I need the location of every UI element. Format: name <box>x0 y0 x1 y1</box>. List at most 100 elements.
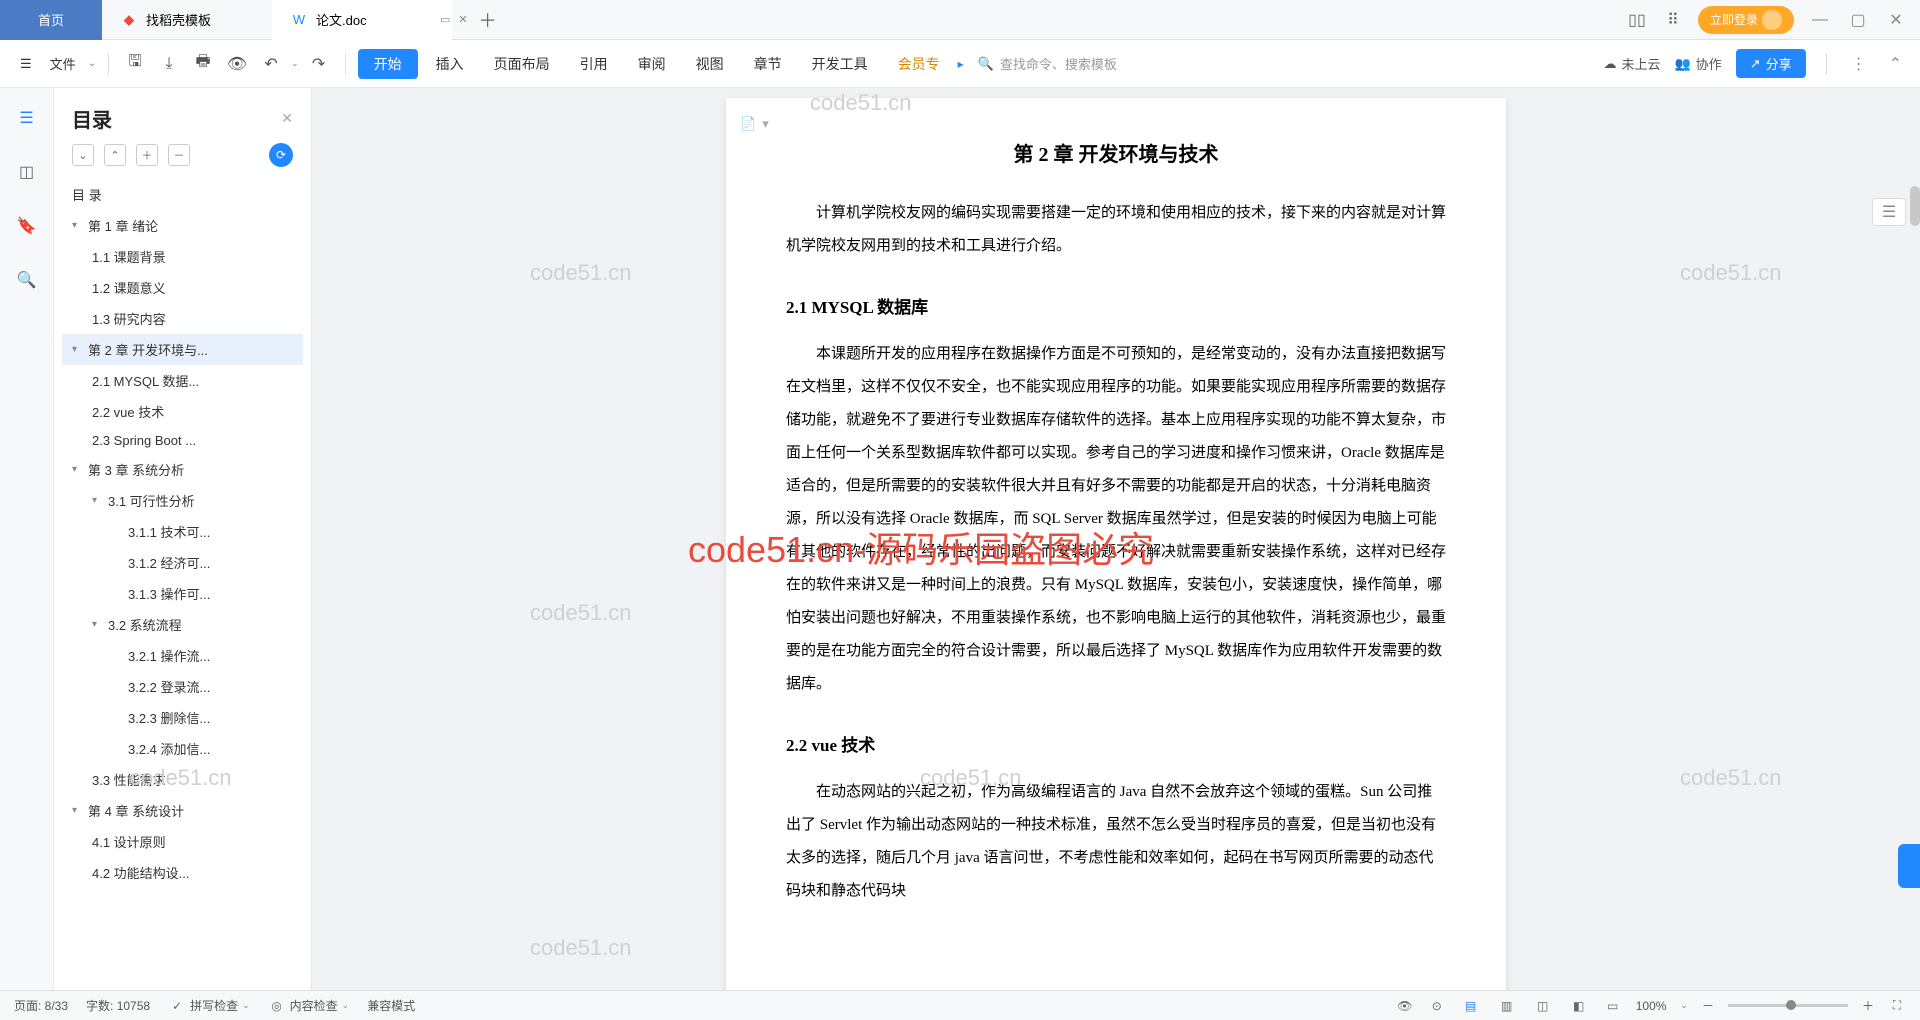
toc-item[interactable]: 3.1.2 经济可... <box>62 547 303 578</box>
apps-icon[interactable]: ⠿ <box>1662 9 1684 31</box>
focus-icon[interactable]: ⊙ <box>1428 997 1446 1015</box>
ruler-icon[interactable]: ▭ <box>1604 997 1622 1015</box>
page-doc-icon[interactable]: 📄 <box>740 116 756 132</box>
scrollbar-thumb[interactable] <box>1910 186 1920 226</box>
toc-item[interactable]: ▾第 4 章 系统设计 <box>62 795 303 826</box>
outline-icon[interactable]: ☰ <box>15 106 39 130</box>
tab-template[interactable]: ◆ 找稻壳模板 <box>102 0 272 40</box>
tab-review[interactable]: 审阅 <box>626 48 678 80</box>
word-count[interactable]: 字数: 10758 <box>86 997 150 1014</box>
toc-item[interactable]: 3.2.4 添加信... <box>62 733 303 764</box>
toc-item[interactable]: 3.1.1 技术可... <box>62 516 303 547</box>
preview-icon[interactable]: 👁 <box>223 50 251 78</box>
collab-button[interactable]: 👥 协作 <box>1674 54 1721 73</box>
spellcheck-toggle[interactable]: ✓ 拼写检查 ⌄ <box>168 997 250 1015</box>
tab-window-icon[interactable]: ▭ <box>440 13 450 26</box>
toc-item[interactable]: 4.1 设计原则 <box>62 826 303 857</box>
tab-layout[interactable]: 页面布局 <box>482 48 562 80</box>
zoom-out-icon[interactable]: － <box>1702 997 1714 1014</box>
toc-item[interactable]: 3.1.3 操作可... <box>62 578 303 609</box>
tab-insert[interactable]: 插入 <box>424 48 476 80</box>
tab-chapter[interactable]: 章节 <box>742 48 794 80</box>
share-button[interactable]: ↗ 分享 <box>1736 49 1806 78</box>
chevron-down-icon[interactable]: ▾ <box>72 464 86 475</box>
save-icon[interactable]: 🖫 <box>121 50 149 78</box>
view-book-icon[interactable]: ◫ <box>1532 995 1554 1017</box>
toc-item[interactable]: 3.2.2 登录流... <box>62 671 303 702</box>
toc-item[interactable]: 目 录 <box>62 179 303 210</box>
tab-view[interactable]: 视图 <box>684 48 736 80</box>
tab-start[interactable]: 开始 <box>358 49 418 79</box>
toc-item[interactable]: 4.2 功能结构设... <box>62 857 303 888</box>
content-check-toggle[interactable]: ◎ 内容检查 ⌄ <box>268 997 350 1015</box>
toc-add[interactable]: ＋ <box>136 144 158 166</box>
zoom-slider[interactable] <box>1728 1004 1848 1007</box>
tab-member[interactable]: 会员专 <box>886 48 952 80</box>
toc-item[interactable]: 2.3 Spring Boot ... <box>62 427 303 454</box>
print-icon[interactable]: 🖶 <box>189 50 217 78</box>
eye-icon[interactable]: 👁 <box>1396 997 1414 1015</box>
chevron-down-icon[interactable]: ▾ <box>72 805 86 816</box>
cloud-status[interactable]: ☁ 未上云 <box>1603 54 1660 73</box>
toc-item[interactable]: 1.2 课题意义 <box>62 272 303 303</box>
menu-hamburger[interactable]: ☰ <box>14 52 38 76</box>
zoom-in-icon[interactable]: ＋ <box>1862 997 1874 1014</box>
toc-item[interactable]: ▾3.1 可行性分析 <box>62 485 303 516</box>
tab-add[interactable]: ＋ <box>468 7 508 33</box>
structure-icon[interactable]: ◫ <box>15 160 39 184</box>
toc-item[interactable]: ▾第 1 章 绪论 <box>62 210 303 241</box>
titlebar: 首页 ◆ 找稻壳模板 W 论文.doc ▭ ✕ ＋ ▯▯ ⠿ 立即登录 — ▢ … <box>0 0 1920 40</box>
view-page-icon[interactable]: ▤ <box>1460 995 1482 1017</box>
chevron-down-icon[interactable]: ▾ <box>92 495 106 506</box>
bookmark-icon[interactable]: 🔖 <box>15 214 39 238</box>
zoom-value[interactable]: 100% <box>1636 999 1667 1013</box>
template-icon: ◆ <box>120 11 138 29</box>
chevron-down-icon[interactable]: ▾ <box>72 344 86 355</box>
login-button[interactable]: 立即登录 <box>1698 6 1794 34</box>
minimize-icon[interactable]: — <box>1808 8 1832 32</box>
toc-item[interactable]: ▾3.2 系统流程 <box>62 609 303 640</box>
toc-collapse-all[interactable]: ⌄ <box>72 144 94 166</box>
toc-item[interactable]: ▾第 2 章 开发环境与... <box>62 334 303 365</box>
tabs-more-icon[interactable]: ▸ <box>958 57 964 71</box>
toc-item[interactable]: 2.2 vue 技术 <box>62 396 303 427</box>
search-box[interactable]: 🔍 查找命令、搜索模板 <box>970 50 1125 77</box>
toc-update-icon[interactable]: ⟳ <box>269 143 293 167</box>
view-web-icon[interactable]: ◧ <box>1568 995 1590 1017</box>
undo-icon[interactable]: ↶ <box>257 50 285 78</box>
toc-remove[interactable]: － <box>168 144 190 166</box>
reading-mode-icon[interactable]: ▯▯ <box>1626 9 1648 31</box>
doc-area[interactable]: 📄 ▾ 第 2 章 开发环境与技术 计算机学院校友网的编码实现需要搭建一定的环境… <box>312 88 1920 990</box>
find-icon[interactable]: 🔍 <box>15 268 39 292</box>
tab-document-active[interactable]: W 论文.doc <box>272 0 452 40</box>
compat-mode[interactable]: 兼容模式 <box>367 997 415 1014</box>
view-outline-icon[interactable]: ▥ <box>1496 995 1518 1017</box>
toc-close-icon[interactable]: ✕ <box>281 110 293 127</box>
chevron-down-icon[interactable]: ▾ <box>92 619 106 630</box>
toc-item[interactable]: ▾第 3 章 系统分析 <box>62 454 303 485</box>
close-icon[interactable]: ✕ <box>1884 8 1908 32</box>
right-edge-handle[interactable] <box>1898 844 1920 888</box>
more-icon[interactable]: ⋮ <box>1847 50 1871 78</box>
toc-item[interactable]: 3.2.1 操作流... <box>62 640 303 671</box>
page-indicator[interactable]: 页面: 8/33 <box>14 997 68 1014</box>
redo-icon[interactable]: ↷ <box>305 50 333 78</box>
saveas-icon[interactable]: ⤓ <box>155 50 183 78</box>
toc-item[interactable]: 2.1 MYSQL 数据... <box>62 365 303 396</box>
fullscreen-icon[interactable]: ⛶ <box>1888 997 1906 1015</box>
toc-expand-all[interactable]: ⌃ <box>104 144 126 166</box>
toc-item[interactable]: 3.3 性能需求 <box>62 764 303 795</box>
toc-item[interactable]: 1.3 研究内容 <box>62 303 303 334</box>
page-drop-icon[interactable]: ▾ <box>762 116 769 132</box>
tab-ref[interactable]: 引用 <box>568 48 620 80</box>
toc-item[interactable]: 3.2.3 删除信... <box>62 702 303 733</box>
collapse-ribbon-icon[interactable]: ⌃ <box>1885 50 1906 78</box>
tab-close-icon[interactable]: ✕ <box>458 13 467 26</box>
tab-devtools[interactable]: 开发工具 <box>800 48 880 80</box>
chevron-down-icon[interactable]: ▾ <box>72 220 86 231</box>
toc-item[interactable]: 1.1 课题背景 <box>62 241 303 272</box>
maximize-icon[interactable]: ▢ <box>1846 8 1870 32</box>
tab-home[interactable]: 首页 <box>0 0 102 40</box>
right-float-menu[interactable]: ☰ <box>1872 198 1906 226</box>
file-menu[interactable]: 文件 <box>44 50 82 77</box>
